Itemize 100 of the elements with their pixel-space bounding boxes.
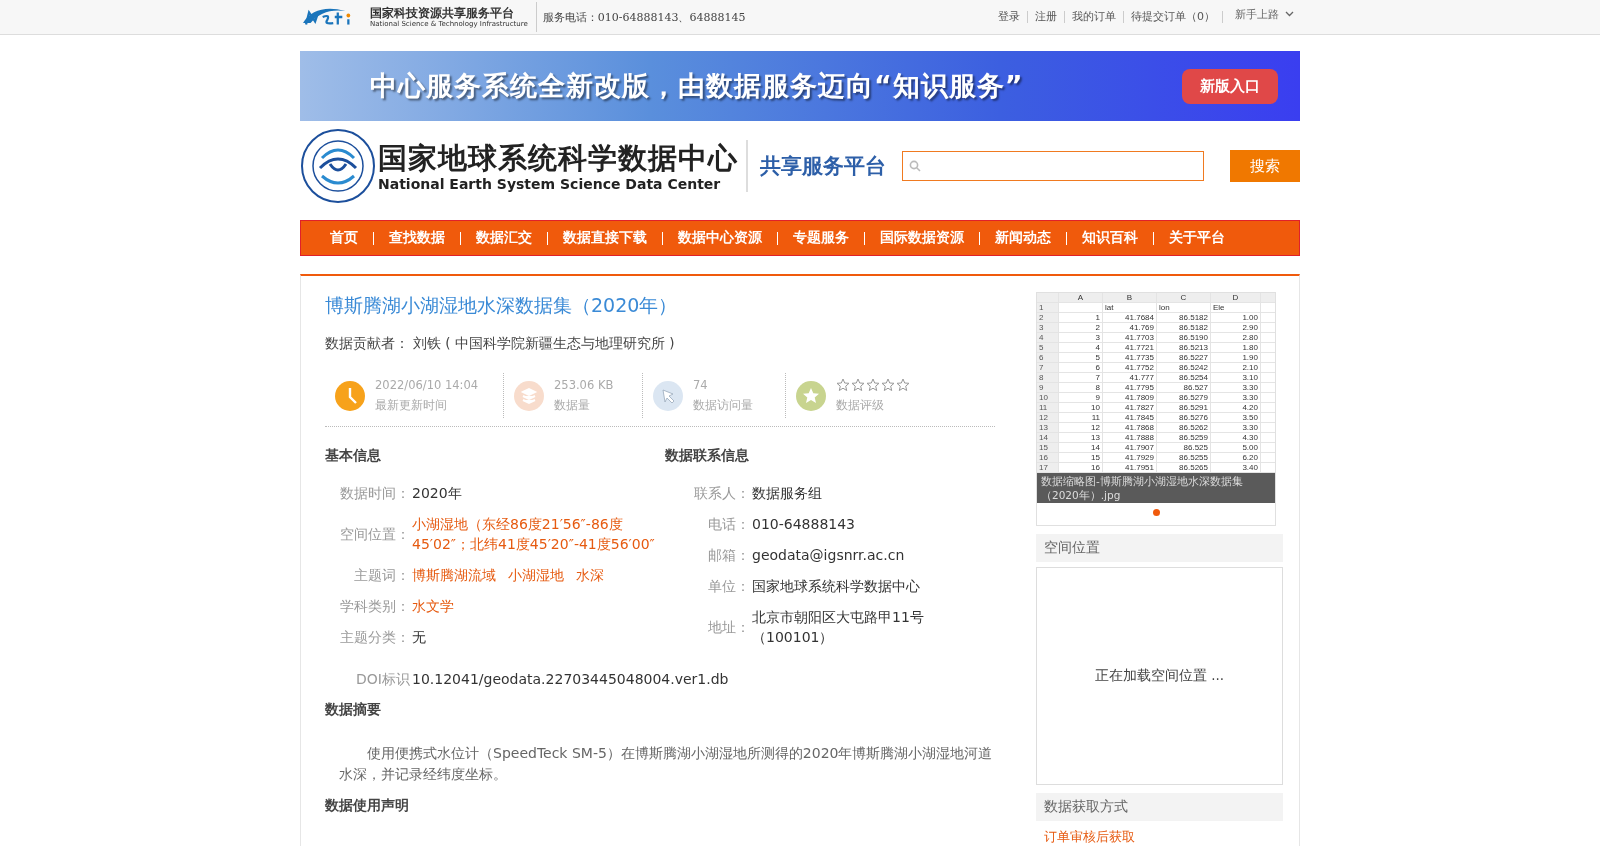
field-label: 联系人：: [693, 484, 750, 503]
table-cell: 9: [1037, 383, 1059, 392]
nav-item[interactable]: 专题服务: [778, 229, 864, 247]
star-badge-icon: [796, 380, 826, 411]
table-cell: 2.10: [1211, 363, 1261, 372]
center-logo-subtitle: National Earth System Science Data Center: [378, 176, 722, 192]
table-cell: 86.5279: [1157, 393, 1211, 402]
column-header: D: [1211, 293, 1261, 302]
table-cell: 2: [1059, 323, 1103, 332]
field-value: geodata@igsnrr.ac.cn: [752, 547, 905, 563]
search-field[interactable]: [902, 151, 1204, 181]
emblem-logo-icon: [300, 128, 376, 204]
table-cell: 14: [1059, 443, 1103, 452]
dataset-title: 博斯腾湖小湖湿地水深数据集（2020年）: [325, 293, 679, 318]
nav-item[interactable]: 首页: [315, 229, 373, 247]
platform-logo-title: 国家科技资源共享服务平台: [370, 6, 515, 19]
table-cell: 86.5265: [1157, 463, 1211, 472]
keyword-link[interactable]: 小湖湿地: [508, 567, 564, 583]
field-value: 数据服务组: [752, 485, 822, 501]
table-cell: 5.00: [1211, 443, 1261, 452]
section-heading: 数据联系信息: [665, 446, 750, 465]
banner-headline: 中心服务系统全新改版，由数据服务迈向“知识服务”: [370, 69, 1024, 103]
table-cell: 41.7845: [1103, 413, 1157, 422]
table-cell: 41.7795: [1103, 383, 1157, 392]
stat-label: 数据量: [554, 398, 591, 413]
table-cell: 41.7809: [1103, 393, 1157, 402]
table-cell: 15: [1059, 453, 1103, 462]
field-label: 地址：: [707, 618, 750, 637]
field-link[interactable]: 小湖湿地（东经86度21′56″-86度45′02″；北纬41度45′20″-41度56′00″: [412, 514, 665, 554]
table-cell: lon: [1157, 303, 1211, 312]
access-link[interactable]: 订单审核后获取: [1036, 821, 1283, 846]
table-cell: 13: [1037, 423, 1059, 432]
new-version-button[interactable]: 新版入口: [1182, 68, 1278, 104]
table-cell: 4.30: [1211, 433, 1261, 442]
nav-item[interactable]: 数据汇交: [461, 229, 547, 247]
section-heading: 数据摘要: [325, 700, 382, 719]
table-cell: 13: [1059, 433, 1103, 442]
table-cell: 6: [1059, 363, 1103, 372]
top-link[interactable]: 我的订单: [1065, 11, 1124, 23]
table-cell: 4.20: [1211, 403, 1261, 412]
table-cell: Ele: [1211, 303, 1261, 312]
nav-item[interactable]: 查找数据: [374, 229, 460, 247]
field-label: 空间位置：: [339, 525, 410, 544]
nav-item[interactable]: 新闻动态: [980, 229, 1066, 247]
nav-item[interactable]: 国际数据资源: [865, 229, 979, 247]
abstract-text: 使用便携式水位计（SpeedTeck SM-5）在博斯腾湖小湖湿地所测得的2020年博斯腾湖小湖湿地河道水深，并记录经纬度坐标。: [339, 744, 994, 784]
field-label: 邮箱：: [707, 546, 750, 565]
field-value: 无: [412, 629, 426, 645]
top-link[interactable]: 登录: [991, 11, 1028, 23]
table-cell: 3.40: [1211, 463, 1261, 472]
guide-menu[interactable]: 新手上路: [1223, 6, 1300, 22]
loading-text: 正在加载空间位置 ...: [1094, 667, 1225, 685]
section-heading: 数据使用声明: [325, 796, 410, 815]
stat-value: 74: [693, 378, 709, 392]
table-cell: 10: [1059, 403, 1103, 412]
nav-item[interactable]: 关于平台: [1154, 229, 1240, 247]
table-cell: 41.7735: [1103, 353, 1157, 362]
contributor-name: 刘铁 ( 中国科学院新疆生态与地理研究所 ): [413, 335, 675, 353]
table-cell: 5: [1037, 343, 1059, 352]
table-cell: 12: [1059, 423, 1103, 432]
table-cell: 7: [1037, 363, 1059, 372]
stat-value: 2022/06/10 14:04: [375, 378, 479, 392]
field-label: 学科类别：: [339, 597, 410, 616]
keyword-link[interactable]: 水深: [576, 567, 604, 583]
doi-value: 10.12041/geodata.22703445048004.ver1.db: [412, 671, 729, 687]
field-label: 单位：: [707, 577, 750, 596]
nav-item[interactable]: 知识百科: [1067, 229, 1153, 247]
table-cell: 86.5242: [1157, 363, 1211, 372]
table-cell: 17: [1037, 463, 1059, 472]
doi-label: DOI标识: [355, 670, 410, 689]
section-heading: 基本信息: [325, 446, 382, 465]
table-cell: 1.80: [1211, 343, 1261, 352]
nav-item[interactable]: 数据直接下载: [548, 229, 662, 247]
keyword-link[interactable]: 博斯腾湖流域: [412, 567, 496, 583]
nav-item[interactable]: 数据中心资源: [663, 229, 777, 247]
table-cell: 41.7703: [1103, 333, 1157, 342]
table-cell: 3.10: [1211, 373, 1261, 382]
table-cell: 86.5254: [1157, 373, 1211, 382]
service-phone: 服务电话：010-64888143、64888145: [542, 9, 746, 25]
table-cell: 6.20: [1211, 453, 1261, 462]
table-cell: 3: [1059, 333, 1103, 342]
search-button[interactable]: 搜索: [1230, 150, 1300, 182]
top-link[interactable]: 注册: [1028, 11, 1065, 23]
table-cell: 41.7684: [1103, 313, 1157, 322]
cursor-icon: [653, 380, 683, 411]
field-link[interactable]: 水文学: [412, 596, 665, 616]
table-cell: 8: [1059, 383, 1103, 392]
carousel-dot[interactable]: [1152, 509, 1160, 516]
table-cell: 14: [1037, 433, 1059, 442]
table-cell: 41.7752: [1103, 363, 1157, 372]
table-cell: 4: [1059, 343, 1103, 352]
table-cell: 41.7951: [1103, 463, 1157, 472]
table-cell: 3.30: [1211, 423, 1261, 432]
table-cell: 12: [1037, 413, 1059, 422]
field-label: 主题分类：: [339, 628, 410, 647]
table-cell: 1.90: [1211, 353, 1261, 362]
top-link[interactable]: 待提交订单（0）: [1124, 11, 1223, 23]
table-cell: 1: [1037, 303, 1059, 312]
field-value: 国家地球系统科学数据中心: [752, 578, 920, 594]
table-cell: 41.777: [1103, 373, 1157, 382]
